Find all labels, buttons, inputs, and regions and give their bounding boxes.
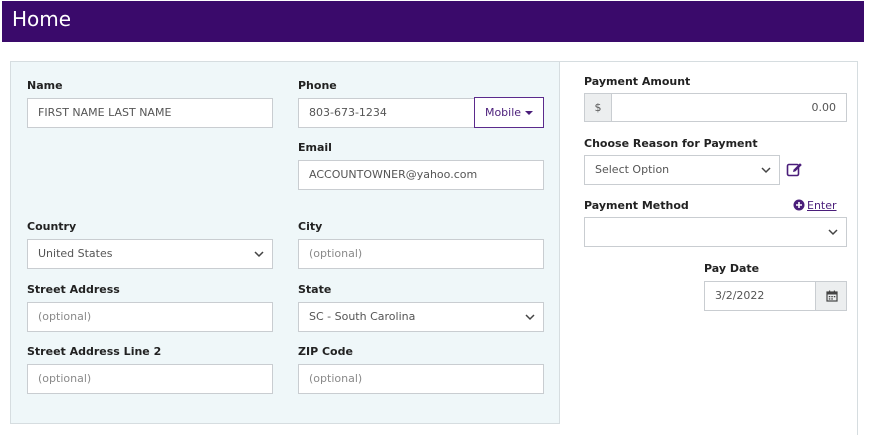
payment-method-label: Payment Method [584, 199, 689, 212]
phone-type-dropdown[interactable]: Mobile [474, 97, 544, 128]
state-label: State [298, 283, 332, 296]
pay-date-input[interactable]: 3/2/2022 [704, 281, 816, 311]
calendar-icon [826, 290, 838, 302]
phone-input[interactable]: 803-673-1234 [298, 98, 475, 128]
page-header: Home [2, 1, 864, 42]
email-input[interactable]: ACCOUNTOWNER@yahoo.com [298, 160, 544, 190]
reason-value: Select Option [595, 163, 670, 176]
chevron-down-icon [828, 229, 838, 236]
email-label: Email [298, 141, 332, 154]
reason-label: Choose Reason for Payment [584, 137, 758, 150]
name-input[interactable]: FIRST NAME LAST NAME [27, 98, 273, 128]
city-label: City [298, 220, 323, 233]
chevron-down-icon [761, 167, 771, 174]
enter-payment-method-link[interactable]: Enter [807, 199, 837, 212]
street-address-2-label: Street Address Line 2 [27, 345, 162, 358]
calendar-button[interactable] [815, 281, 847, 311]
chevron-down-icon [254, 251, 264, 258]
street-address-2-input[interactable]: (optional) [27, 364, 273, 394]
phone-label: Phone [298, 79, 337, 92]
chevron-down-icon [525, 314, 535, 321]
city-input[interactable]: (optional) [298, 239, 544, 269]
payment-amount-input[interactable]: 0.00 [611, 93, 847, 122]
page-title: Home [12, 7, 72, 31]
name-label: Name [27, 79, 63, 92]
payment-amount-label: Payment Amount [584, 75, 691, 88]
state-select[interactable]: SC - South Carolina [298, 302, 544, 332]
zip-label: ZIP Code [298, 345, 353, 358]
state-value: SC - South Carolina [309, 310, 416, 323]
zip-input[interactable]: (optional) [298, 364, 544, 394]
country-value: United States [38, 247, 113, 260]
phone-type-label: Mobile [484, 106, 522, 119]
pay-date-label: Pay Date [704, 262, 760, 275]
country-select[interactable]: United States [27, 239, 273, 269]
country-label: Country [27, 220, 77, 233]
caret-down-icon [525, 111, 534, 115]
payment-method-select[interactable] [584, 217, 847, 247]
currency-addon: $ [584, 93, 612, 122]
reason-select[interactable]: Select Option [584, 155, 780, 185]
edit-icon[interactable] [786, 161, 804, 179]
street-address-input[interactable]: (optional) [27, 302, 273, 332]
plus-circle-icon[interactable] [793, 199, 805, 211]
street-address-label: Street Address [27, 283, 120, 296]
